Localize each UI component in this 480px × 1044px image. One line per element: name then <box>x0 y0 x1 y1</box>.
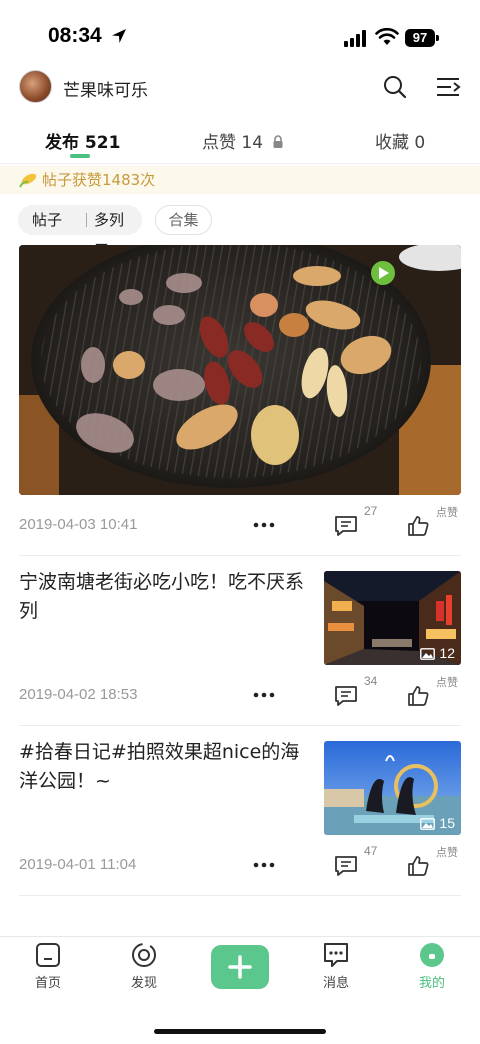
home-icon <box>36 943 60 967</box>
like-label[interactable]: 点赞 <box>436 844 458 860</box>
nav-messages[interactable]: 消息 <box>306 941 366 991</box>
profile-header: 芒果味可乐 <box>0 64 480 110</box>
post-date: 2019-04-01 11:04 <box>19 856 137 873</box>
post-thumbnail-ocean-park[interactable]: 15 <box>324 741 461 835</box>
nav-messages-label: 消息 <box>322 976 349 991</box>
nav-discover-label: 发现 <box>130 976 157 991</box>
post-type-selector[interactable]: 帖子 多列 三 <box>18 205 142 259</box>
nav-home[interactable]: 首页 <box>18 941 78 991</box>
image-count: 12 <box>439 645 455 661</box>
bbq-photo <box>19 245 461 495</box>
tab-likes[interactable]: 点赞 14 <box>202 128 285 153</box>
profile-icon <box>420 943 444 967</box>
more-options-icon[interactable] <box>251 856 277 874</box>
comment-icon[interactable] <box>333 514 359 538</box>
active-tab-indicator <box>70 154 90 158</box>
more-options-icon[interactable] <box>251 686 277 704</box>
thumbs-up-icon[interactable] <box>406 684 430 708</box>
likes-banner-text: 帖子获赞1483次 <box>42 171 156 189</box>
post-date: 2019-04-03 10:41 <box>19 516 138 533</box>
chip-divider <box>86 213 87 227</box>
tab-favorites[interactable]: 收藏 0 <box>375 128 425 153</box>
plus-icon <box>228 955 252 979</box>
post-divider <box>19 725 461 726</box>
wifi-icon <box>375 28 399 45</box>
tab-favorites-count: 0 <box>414 133 426 153</box>
cellular-signal-icon <box>344 30 366 47</box>
profile-tabs: 发布 521 点赞 14 收藏 0 <box>0 112 480 164</box>
comment-icon[interactable] <box>333 684 359 708</box>
post-thumbnail-street[interactable]: 12 <box>324 571 461 665</box>
image-count-badge: 12 <box>420 645 455 661</box>
tab-likes-label: 点赞 <box>202 133 236 153</box>
comment-count: 34 <box>364 674 378 688</box>
message-icon <box>324 943 348 967</box>
likes-banner: 帖子获赞1483次 <box>0 166 480 194</box>
post-divider <box>19 555 461 556</box>
post-divider <box>19 895 461 896</box>
filter-row: 帖子 多列 三 合集 <box>0 205 480 259</box>
post-title[interactable]: #拾春日记#拍照效果超nice的海洋公园！~ <box>19 738 309 796</box>
search-icon[interactable] <box>382 74 408 100</box>
post-title[interactable]: 宁波南塘老街必吃小吃！吃不厌系列 <box>19 568 309 626</box>
tab-posts[interactable]: 发布 521 <box>45 128 120 153</box>
post-image-bbq[interactable] <box>19 245 461 495</box>
tab-posts-count: 521 <box>84 133 121 153</box>
image-icon <box>420 818 436 830</box>
avatar[interactable] <box>19 70 52 103</box>
status-time: 08:34 <box>48 24 102 47</box>
comment-count: 47 <box>364 844 378 858</box>
like-label[interactable]: 点赞 <box>436 504 458 520</box>
add-post-button[interactable] <box>211 945 269 989</box>
collection-chip[interactable]: 合集 <box>155 205 212 235</box>
post-date: 2019-04-02 18:53 <box>19 686 138 703</box>
like-label[interactable]: 点赞 <box>436 674 458 690</box>
comment-icon[interactable] <box>333 854 359 878</box>
nav-profile[interactable]: 我的 <box>402 941 462 991</box>
post-type-label: 帖子 <box>32 211 63 229</box>
tab-likes-count: 14 <box>241 133 264 153</box>
corn-icon <box>19 173 37 188</box>
tab-posts-label: 发布 <box>45 133 79 153</box>
lock-icon <box>273 135 283 148</box>
image-count-badge: 15 <box>420 815 455 831</box>
battery-indicator: 97 <box>405 29 435 47</box>
username[interactable]: 芒果味可乐 <box>63 76 148 101</box>
discover-icon <box>132 943 156 967</box>
battery-tip <box>436 35 439 41</box>
nav-profile-label: 我的 <box>418 976 445 991</box>
thumbs-up-icon[interactable] <box>406 854 430 878</box>
image-icon <box>420 648 436 660</box>
menu-icon[interactable] <box>434 74 462 100</box>
thumbs-up-icon[interactable] <box>406 514 430 538</box>
tab-favorites-label: 收藏 <box>375 133 409 153</box>
nav-home-label: 首页 <box>34 976 61 991</box>
bottom-nav: 首页 发现 消息 我的 <box>0 936 480 1044</box>
post-meta-row: 2019-04-03 10:41 27 点赞 <box>0 504 480 540</box>
more-options-icon[interactable] <box>251 516 277 534</box>
status-bar: 08:34 97 <box>0 0 480 64</box>
nav-discover[interactable]: 发现 <box>114 941 174 991</box>
post-meta-row: 2019-04-01 11:04 47 点赞 <box>0 844 480 880</box>
post-meta-row: 2019-04-02 18:53 34 点赞 <box>0 674 480 710</box>
location-arrow-icon <box>112 29 126 43</box>
image-count: 15 <box>439 815 455 831</box>
comment-count: 27 <box>364 504 378 518</box>
home-indicator <box>154 1029 326 1034</box>
